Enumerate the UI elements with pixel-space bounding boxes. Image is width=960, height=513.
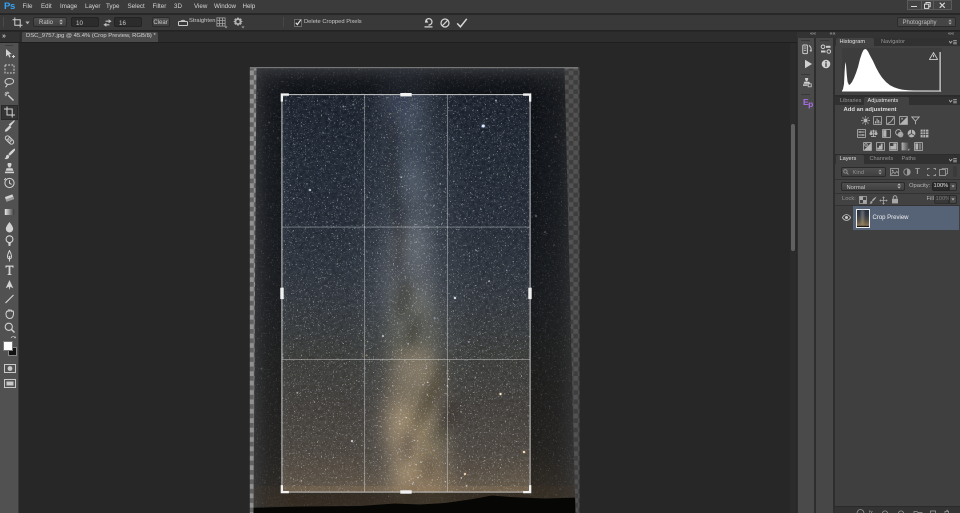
svg-text:fx: fx (869, 510, 873, 513)
